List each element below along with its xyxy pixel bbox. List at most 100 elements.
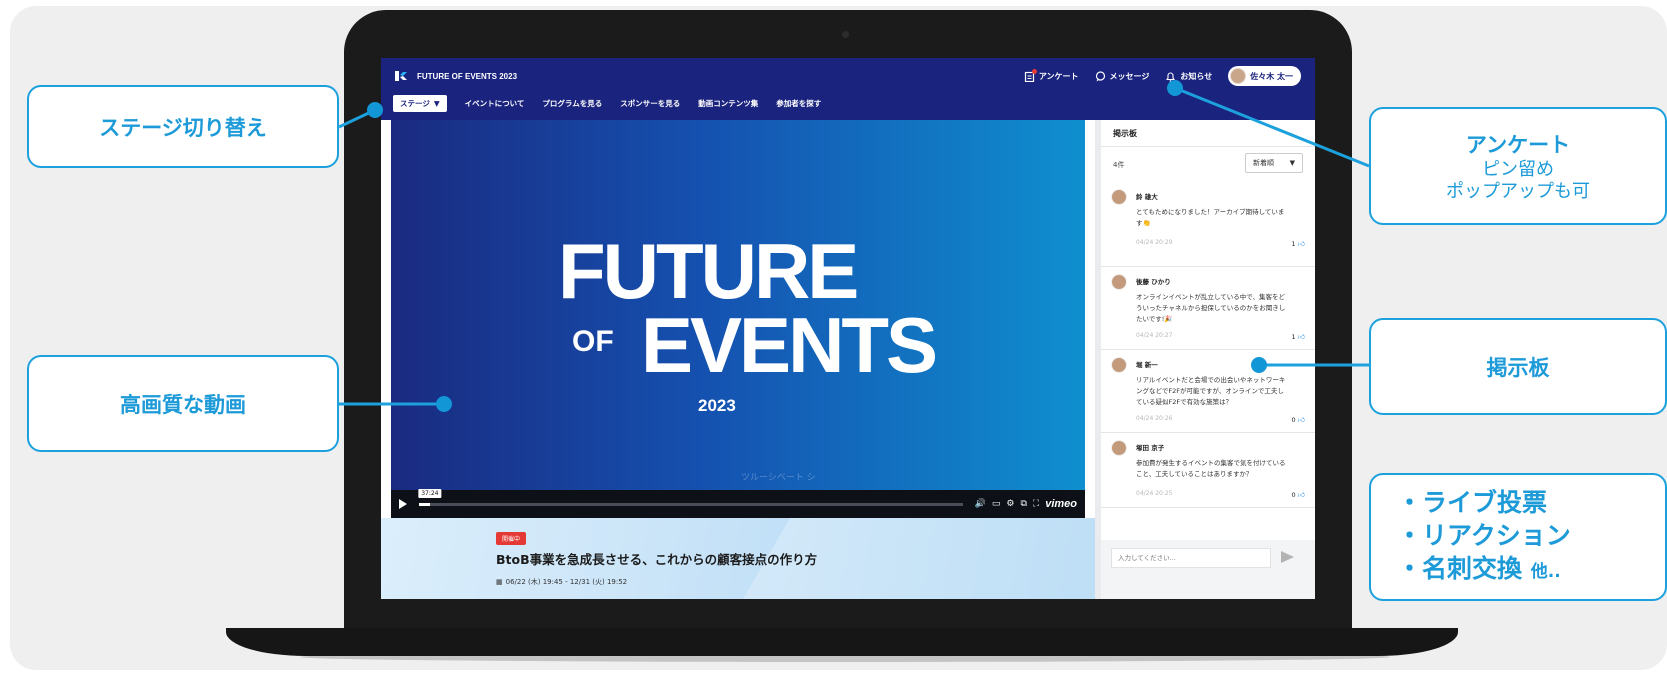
callout-video: 高画質な動画 xyxy=(27,355,339,452)
like-count: 1 xyxy=(1291,239,1296,248)
board-post: 鈴 雄大 とてもためになりました！アーカイブ期待していま す👏 04/24 20… xyxy=(1101,183,1315,267)
chat-bubble-icon xyxy=(1095,70,1105,81)
comment-input[interactable] xyxy=(1111,548,1271,568)
video-title-of: OF xyxy=(572,325,614,358)
messages-label: メッセージ xyxy=(1109,71,1150,81)
play-icon[interactable] xyxy=(399,499,407,509)
board-input-row xyxy=(1101,540,1315,599)
status-badge: 開催中 xyxy=(496,532,527,545)
feature-card-exchange: ・名刺交換 他.. xyxy=(1397,552,1561,589)
video-title-events: EVENTS xyxy=(641,301,938,389)
progress-fill xyxy=(419,502,430,506)
board-post: 堀 新一 リアルイベントだと会場での出会いやネットワーキ ングなどでF2Fが可能… xyxy=(1101,351,1315,433)
session-date: ▦ 06/22 (木) 19:45 - 12/31 (火) 19:52 xyxy=(496,577,627,587)
cast-icon[interactable]: ▭ xyxy=(992,499,1001,509)
board-divider xyxy=(1101,146,1315,147)
board-count: 4件 xyxy=(1113,161,1125,169)
time-tooltip: 37:24 xyxy=(418,488,442,498)
header-actions: アンケート メッセージ お知らせ 佐々木 太一 xyxy=(1024,66,1301,86)
top-bar: FUTURE OF EVENTS 2023 アンケート メッセージ お知らせ 佐… xyxy=(381,58,1315,120)
thumbs-up-icon: 👍︎ xyxy=(1297,333,1305,341)
app-screen: FUTURE OF EVENTS 2023 アンケート メッセージ お知らせ 佐… xyxy=(381,58,1315,599)
callout-board-text: 掲示板 xyxy=(1486,355,1550,380)
webcam-dot xyxy=(842,31,849,38)
avatar xyxy=(1111,440,1127,456)
callout-stage-text: ステージ切り替え xyxy=(99,115,267,140)
session-date-text: 06/22 (木) 19:45 - 12/31 (火) 19:52 xyxy=(505,578,628,586)
laptop-base xyxy=(226,628,1458,656)
like-button[interactable]: 1 👍︎ xyxy=(1291,239,1305,249)
thumbs-up-icon: 👍︎ xyxy=(1297,491,1305,499)
stage-switch-dropdown[interactable]: ステージ ▼ xyxy=(393,95,447,112)
thumbs-up-icon: 👍︎ xyxy=(1297,240,1305,248)
nav-item-videos[interactable]: 動画コンテンツ集 xyxy=(698,98,758,109)
feature-live-voting: ・ライブ投票 xyxy=(1397,487,1548,517)
brand[interactable]: FUTURE OF EVENTS 2023 xyxy=(393,68,517,84)
survey-notification-dot xyxy=(1031,68,1037,74)
nav-item-attendees[interactable]: 参加者を探す xyxy=(776,98,821,109)
callout-features: ・ライブ投票 ・リアクション ・名刺交換 他.. xyxy=(1369,473,1667,601)
post-body: リアルイベントだと会場での出会いやネットワーキ ングなどでF2Fが可能ですが、オ… xyxy=(1136,376,1286,406)
user-menu[interactable]: 佐々木 太一 xyxy=(1228,66,1301,86)
stage-label: ステージ xyxy=(400,99,430,108)
callout-stage: ステージ切り替え xyxy=(27,85,339,168)
like-button[interactable]: 0 👍︎ xyxy=(1291,415,1305,425)
post-time: 04/24 20:26 xyxy=(1136,415,1173,422)
feature-more: 他.. xyxy=(1530,561,1561,582)
like-button[interactable]: 0 👍︎ xyxy=(1291,490,1305,500)
callout-survey: アンケート ピン留め ポップアップも可 xyxy=(1369,107,1667,225)
callout-survey-line2: ポップアップも可 xyxy=(1446,181,1590,202)
post-author: 塚田 京子 xyxy=(1136,444,1165,452)
thumbs-up-icon: 👍︎ xyxy=(1297,416,1305,424)
user-name: 佐々木 太一 xyxy=(1250,71,1293,81)
user-avatar xyxy=(1230,68,1247,84)
messages-button[interactable]: メッセージ xyxy=(1095,70,1150,82)
pip-icon[interactable]: ⧉ xyxy=(1020,499,1026,509)
avatar xyxy=(1111,189,1127,205)
calendar-icon: ▦ xyxy=(496,578,503,586)
nav-item-about[interactable]: イベントについて xyxy=(465,98,525,109)
sort-label: 新着順 xyxy=(1253,159,1274,167)
nav-item-program[interactable]: プログラムを見る xyxy=(542,98,602,109)
session-info: 開催中 BtoB事業を急成長させる、これからの顧客接点の作り方 ▦ 06/22 … xyxy=(381,518,1095,599)
like-count: 0 xyxy=(1291,415,1296,424)
post-body: とてもためになりました！アーカイブ期待していま す👏 xyxy=(1136,208,1285,227)
like-button[interactable]: 1 👍︎ xyxy=(1291,332,1305,342)
sort-dropdown[interactable]: 新着順 ▼ xyxy=(1245,153,1303,173)
callout-survey-title: アンケート xyxy=(1465,133,1571,158)
callout-board: 掲示板 xyxy=(1369,318,1667,415)
message-board: 掲示板 4件 新着順 ▼ 鈴 雄大 とてもためになりました！アーカイブ期待してい… xyxy=(1095,120,1315,599)
survey-label: アンケート xyxy=(1038,71,1079,81)
settings-gear-icon[interactable]: ⚙ xyxy=(1006,499,1014,509)
post-time: 04/24 20:27 xyxy=(1136,332,1173,339)
progress-bar[interactable]: 37:24 xyxy=(418,488,963,506)
avatar xyxy=(1111,274,1127,290)
post-author: 後藤 ひかり xyxy=(1136,278,1171,286)
nav-item-sponsors[interactable]: スポンサーを見る xyxy=(620,98,680,109)
post-time: 04/24 20:29 xyxy=(1136,239,1173,246)
board-title: 掲示板 xyxy=(1113,129,1137,138)
post-time: 04/24 20:25 xyxy=(1136,490,1173,497)
volume-icon[interactable]: 🔊 xyxy=(975,499,986,509)
send-icon[interactable] xyxy=(1281,551,1294,563)
feature-card-exchange-text: ・名刺交換 xyxy=(1397,553,1523,583)
session-title: BtoB事業を急成長させる、これからの顧客接点の作り方 xyxy=(496,552,818,567)
feature-reactions: ・リアクション xyxy=(1397,520,1571,550)
video-title-year: 2023 xyxy=(698,396,736,415)
video-player[interactable]: FUTURE OF EVENTS 2023 ツルーシベート シ xyxy=(391,120,1085,490)
post-author: 鈴 雄大 xyxy=(1136,193,1158,201)
post-body: オンラインイベントが乱立している中で、集客をど ういったチャネルから担保している… xyxy=(1136,293,1286,323)
survey-button[interactable]: アンケート xyxy=(1024,68,1079,82)
board-post: 塚田 京子 参加費が発生するイベントの集客で気を付けている こと、工夫しているこ… xyxy=(1101,434,1315,508)
main-nav: ステージ ▼ イベントについて プログラムを見る スポンサーを見る 動画コンテン… xyxy=(393,95,821,112)
post-author: 堀 新一 xyxy=(1136,361,1158,369)
vimeo-logo[interactable]: vimeo xyxy=(1045,498,1077,510)
callout-video-text: 高画質な動画 xyxy=(120,392,246,417)
brand-name: FUTURE OF EVENTS 2023 xyxy=(417,71,518,81)
video-controls: 37:24 🔊 ▭ ⚙ ⧉ ⛶ vimeo xyxy=(391,488,1085,518)
like-count: 0 xyxy=(1291,490,1296,499)
like-count: 1 xyxy=(1291,332,1296,341)
fullscreen-icon[interactable]: ⛶ xyxy=(1033,499,1039,509)
notifications-button[interactable]: お知らせ xyxy=(1165,71,1212,82)
bell-icon xyxy=(1166,71,1176,82)
